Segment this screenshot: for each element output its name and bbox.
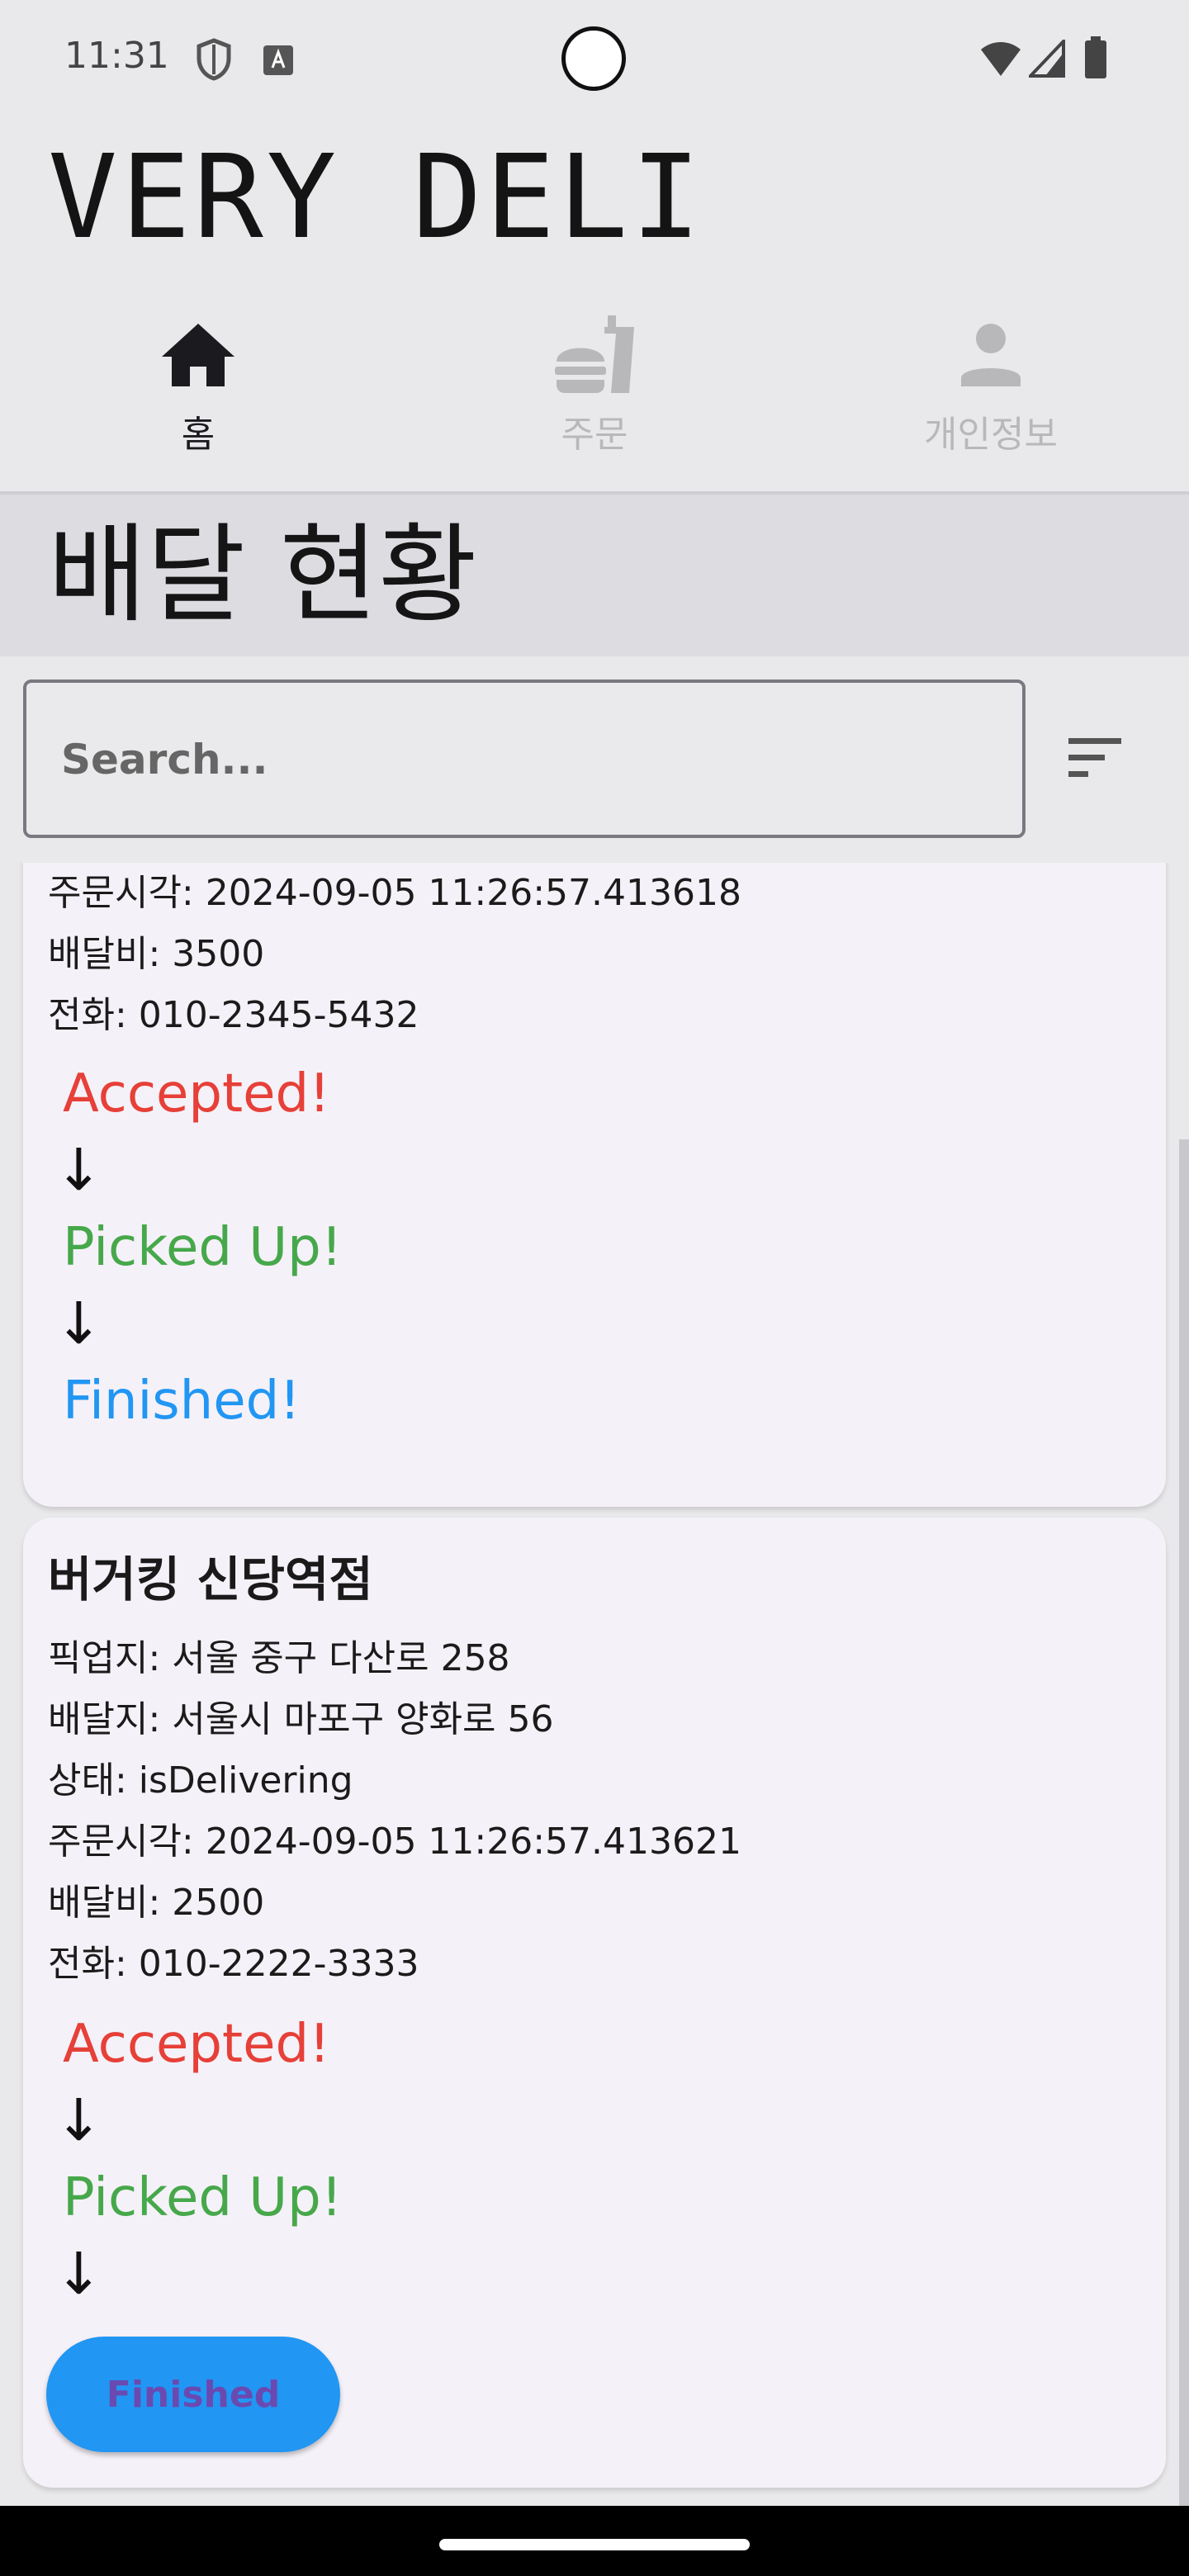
step-accepted: Accepted! bbox=[63, 2014, 330, 2075]
home-icon bbox=[160, 314, 236, 396]
phone-number: 전화: 010-2222-3333 bbox=[48, 1943, 419, 1985]
delivery-fee: 배달비: 2500 bbox=[48, 1882, 265, 1924]
pickup-address: 픽업지: 서울 중구 다산로 258 bbox=[48, 1637, 510, 1679]
search-field[interactable] bbox=[23, 680, 1026, 838]
cell-signal-icon bbox=[1029, 40, 1065, 78]
search-input[interactable] bbox=[59, 683, 988, 836]
step-finished: Finished! bbox=[63, 1371, 301, 1432]
arrow-down-icon: ↓ bbox=[54, 1136, 103, 1204]
app-title: VERY DELI bbox=[48, 130, 704, 265]
step-accepted: Accepted! bbox=[63, 1063, 330, 1125]
section-header: 배달 현황 bbox=[0, 495, 1189, 656]
page-title: 배달 현황 bbox=[48, 512, 477, 637]
order-time: 주문시각: 2024-09-05 11:26:57.413621 bbox=[48, 1821, 741, 1863]
delivery-address: 배달지: 서울시 마포구 양화로 56 bbox=[48, 1698, 554, 1740]
status-time: 11:31 bbox=[64, 35, 169, 77]
step-picked-up: Picked Up! bbox=[63, 1217, 343, 1278]
phone-number: 전화: 010-2345-5432 bbox=[48, 994, 419, 1036]
arrow-down-icon: ↓ bbox=[54, 1290, 103, 1357]
step-picked-up: Picked Up! bbox=[63, 2167, 343, 2228]
status-bar: 11:31 bbox=[0, 0, 1189, 124]
shield-icon bbox=[197, 38, 231, 81]
top-tab-bar: 홈 주문 개인정보 bbox=[0, 305, 1189, 491]
system-nav-bar bbox=[0, 2506, 1189, 2576]
order-time: 주문시각: 2024-09-05 11:26:57.413618 bbox=[48, 872, 741, 914]
tab-home-label: 홈 bbox=[181, 414, 216, 456]
tab-profile-label: 개인정보 bbox=[924, 414, 1058, 456]
order-card: 주문시각: 2024-09-05 11:26:57.413618 배달비: 35… bbox=[23, 863, 1166, 1507]
order-status: 상태: isDelivering bbox=[48, 1759, 353, 1802]
arrow-down-icon: ↓ bbox=[54, 2240, 103, 2308]
tab-orders-label: 주문 bbox=[561, 414, 628, 456]
finished-button[interactable]: Finished bbox=[46, 2337, 340, 2452]
tab-orders[interactable]: 주문 bbox=[396, 305, 793, 491]
order-card: 버거킹 신당역점 픽업지: 서울 중구 다산로 258 배달지: 서울시 마포구… bbox=[23, 1518, 1166, 2488]
order-list: 주문시각: 2024-09-05 11:26:57.413618 배달비: 35… bbox=[0, 863, 1189, 2506]
arrow-down-icon: ↓ bbox=[54, 2086, 103, 2154]
tab-home[interactable]: 홈 bbox=[0, 305, 396, 491]
battery-icon bbox=[1085, 36, 1106, 78]
sort-icon[interactable] bbox=[1065, 733, 1128, 783]
person-icon bbox=[958, 314, 1024, 396]
tab-profile[interactable]: 개인정보 bbox=[793, 305, 1189, 491]
home-indicator[interactable] bbox=[439, 2539, 750, 2550]
keyboard-a-icon bbox=[263, 45, 293, 75]
delivery-fee: 배달비: 3500 bbox=[48, 933, 265, 975]
camera-cutout bbox=[561, 26, 626, 91]
fastfood-icon bbox=[553, 314, 636, 396]
scrollbar[interactable] bbox=[1179, 1139, 1189, 2506]
wifi-icon bbox=[981, 42, 1021, 76]
store-name: 버거킹 신당역점 bbox=[48, 1551, 373, 1608]
